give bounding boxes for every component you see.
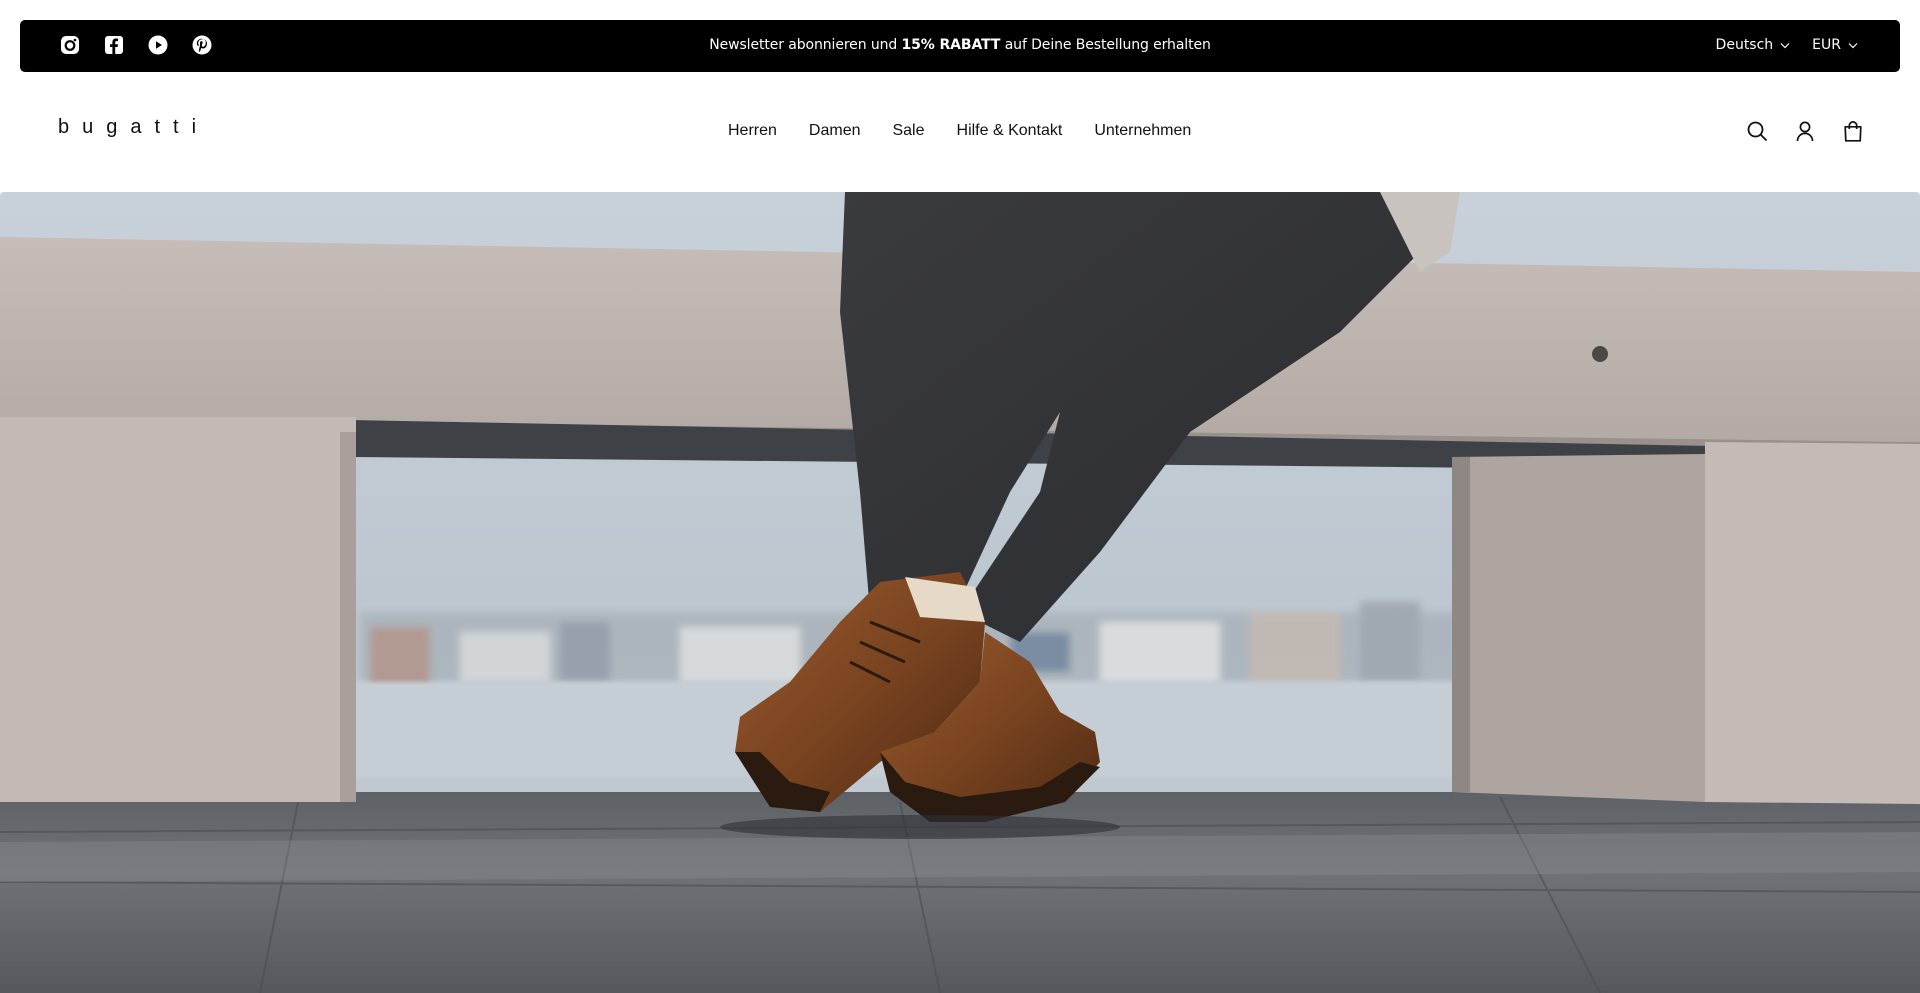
chevron-down-icon [1848, 42, 1858, 48]
promo-text-after: auf Deine Bestellung erhalten [1000, 37, 1211, 53]
currency-selector[interactable]: EUR [1812, 37, 1858, 53]
site-header: bugatti Herren Damen Sale Hilfe & Kontak… [0, 72, 1920, 192]
nav-item-hilfe-kontakt[interactable]: Hilfe & Kontakt [957, 122, 1063, 140]
language-selector[interactable]: Deutsch [1716, 37, 1791, 53]
nav-item-damen[interactable]: Damen [809, 122, 861, 140]
hero-banner[interactable] [0, 192, 1920, 993]
nav-item-sale[interactable]: Sale [892, 122, 924, 140]
promo-text-before: Newsletter abonnieren und [709, 37, 902, 53]
account-icon[interactable] [1794, 120, 1816, 142]
announcement-bar: Newsletter abonnieren und 15% RABATT auf… [20, 20, 1900, 72]
locale-selectors: Deutsch EUR [1716, 37, 1858, 53]
currency-label: EUR [1812, 37, 1841, 53]
header-actions [1746, 120, 1864, 142]
cart-icon[interactable] [1842, 120, 1864, 142]
promo-discount: 15% RABATT [901, 37, 1001, 53]
nav-item-herren[interactable]: Herren [728, 122, 777, 140]
search-icon[interactable] [1746, 120, 1768, 142]
hero-image [0, 192, 1920, 993]
nav-item-unternehmen[interactable]: Unternehmen [1094, 122, 1191, 140]
language-label: Deutsch [1715, 37, 1774, 53]
main-nav: Herren Damen Sale Hilfe & Kontakt Untern… [728, 122, 1191, 140]
newsletter-promo[interactable]: Newsletter abonnieren und 15% RABATT auf… [20, 37, 1900, 53]
brand-logo[interactable]: bugatti [58, 116, 209, 139]
chevron-down-icon [1780, 42, 1790, 48]
